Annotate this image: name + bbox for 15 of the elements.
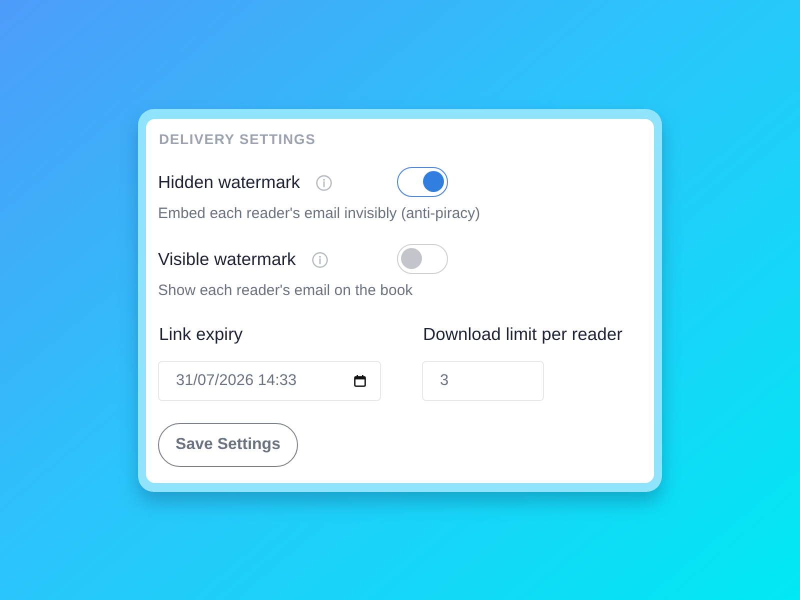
save-button[interactable]: Save Settings — [158, 422, 298, 466]
setting-label: Hidden watermark — [158, 170, 300, 192]
info-icon — [312, 252, 328, 268]
setting-description: Embed each reader's email invisibly (anti-piracy) — [158, 204, 482, 224]
number-field[interactable]: 3 — [422, 360, 544, 400]
date-field[interactable]: 31/07/2026 14:33 — [158, 360, 381, 400]
field-label: Link expiry — [159, 322, 244, 344]
field-label: Download limit per reader — [423, 322, 624, 344]
section-heading: DELIVERY SETTINGS — [159, 130, 317, 148]
toggle-switch[interactable] — [397, 244, 448, 274]
toggle-switch[interactable] — [397, 166, 448, 196]
calendar-icon — [354, 374, 366, 386]
setting-description: Show each reader's email on the book — [158, 280, 414, 300]
setting-label: Visible watermark — [158, 248, 296, 270]
info-icon — [316, 175, 332, 191]
